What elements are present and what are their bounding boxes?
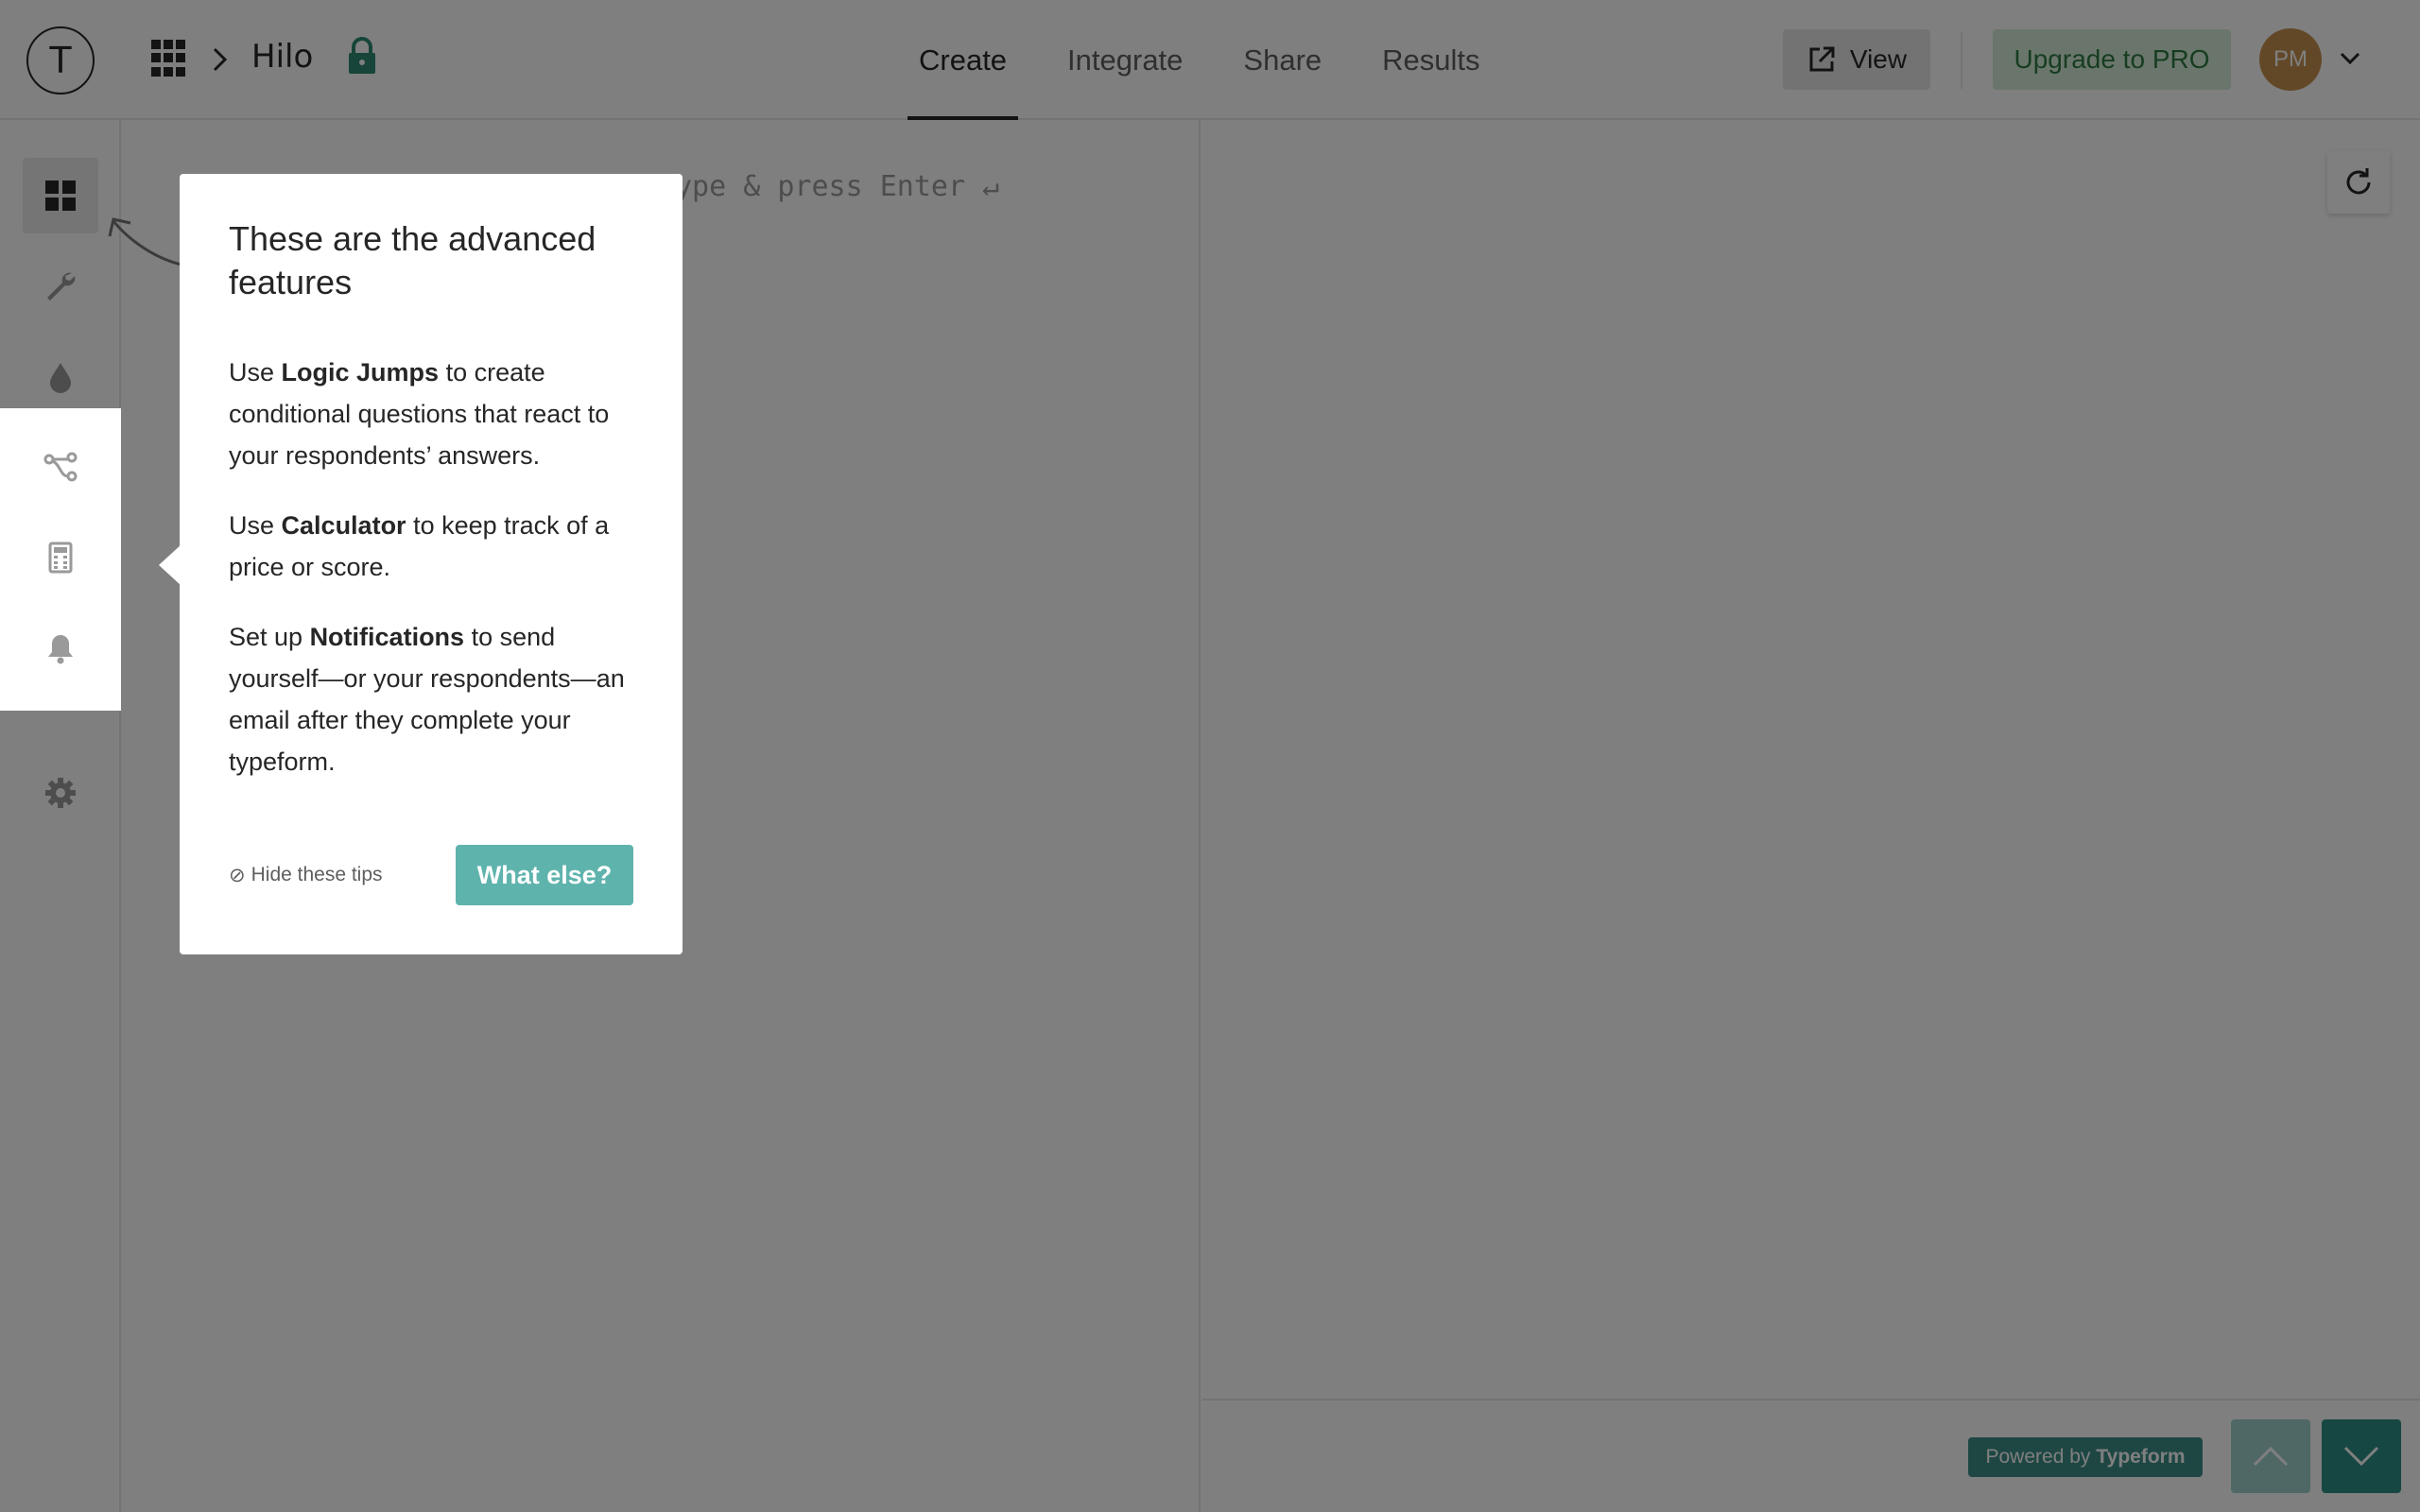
hide-tips-label: Hide these tips (251, 864, 383, 885)
what-else-button[interactable]: What else? (456, 845, 633, 905)
calculator-icon (48, 541, 73, 574)
tip-arrow-icon (108, 217, 182, 266)
hide-tips-link[interactable]: ⊘ Hide these tips (229, 864, 383, 887)
tip-pointer (159, 544, 182, 586)
sidebar-item-logic-jumps[interactable] (23, 429, 98, 505)
advanced-features-tip: These are the advanced features Use Logi… (180, 174, 683, 954)
logic-jumps-icon (43, 452, 78, 482)
hide-icon: ⊘ (229, 864, 246, 886)
tip-notifications: Set up Notifications to send yourself—or… (229, 623, 625, 776)
tip-footer: ⊘ Hide these tips What else? (229, 845, 633, 905)
sidebar-item-calculator[interactable] (23, 520, 98, 595)
tip-calculator: Use Calculator to keep track of a price … (229, 511, 610, 581)
tip-logic-jumps: Use Logic Jumps to create conditional qu… (229, 358, 610, 470)
tip-title: These are the advanced features (229, 219, 596, 301)
advanced-features-highlight (0, 408, 121, 711)
sidebar-item-notifications[interactable] (23, 610, 98, 686)
bell-icon (48, 635, 73, 664)
